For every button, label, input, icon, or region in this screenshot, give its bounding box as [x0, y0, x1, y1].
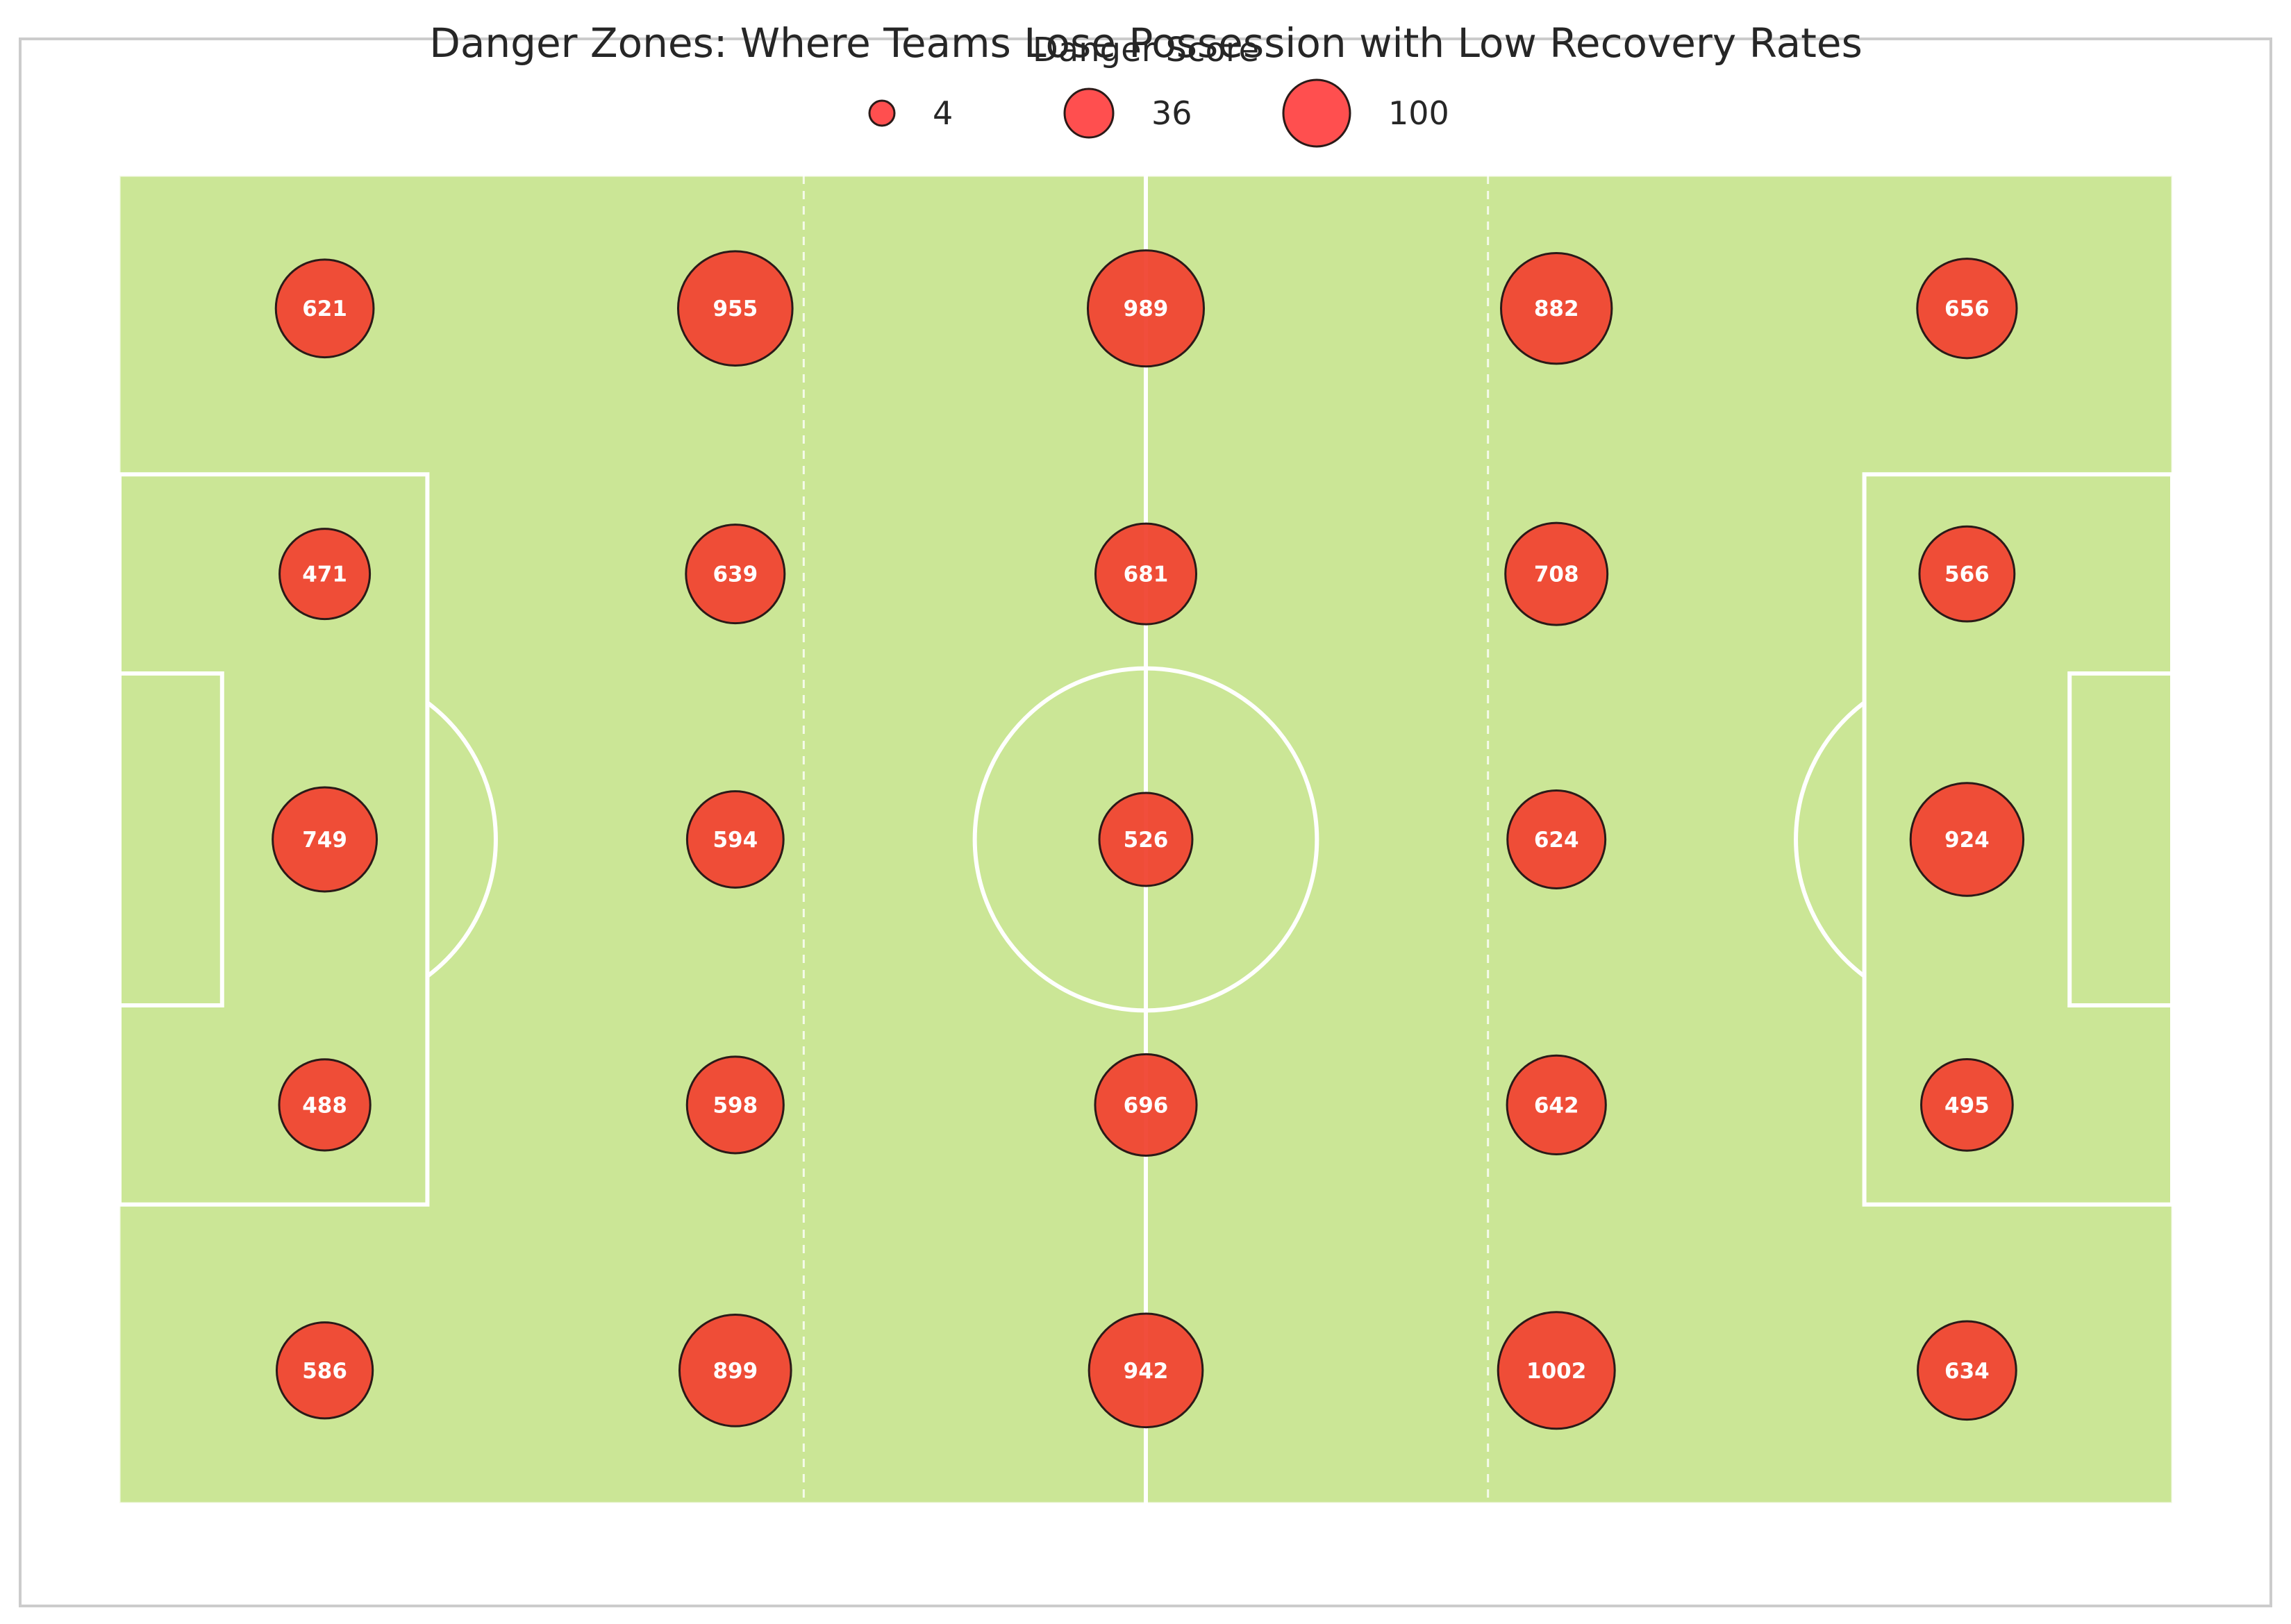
- danger-label: 955: [713, 296, 758, 321]
- danger-label: 526: [1124, 828, 1169, 853]
- danger-label: 899: [713, 1359, 758, 1384]
- legend-marker: [1282, 78, 1351, 148]
- danger-label: 642: [1534, 1093, 1579, 1118]
- danger-label: 924: [1944, 828, 1990, 853]
- danger-label: 656: [1944, 296, 1990, 321]
- danger-label: 586: [302, 1359, 347, 1384]
- danger-label: 488: [302, 1093, 347, 1118]
- danger-label: 749: [302, 828, 347, 853]
- danger-label: 598: [713, 1093, 758, 1118]
- chart-title: Danger Zones: Where Teams Lose Possessio…: [429, 19, 1863, 67]
- chart-container: 621 955 989 882 656 471 639 681 708 566 749 594 526 6…: [0, 0, 2291, 1624]
- danger-label: 882: [1534, 296, 1579, 321]
- danger-label: 634: [1944, 1359, 1990, 1384]
- danger-label: 696: [1124, 1093, 1169, 1118]
- danger-label: 495: [1944, 1093, 1990, 1118]
- legend-marker: [1063, 87, 1115, 139]
- legend-label: 100: [1388, 94, 1449, 132]
- danger-label: 681: [1124, 562, 1169, 587]
- danger-zone-chart: 621 955 989 882 656 471 639 681 708 566 749 594 526 6…: [19, 19, 2272, 1607]
- danger-label: 624: [1534, 828, 1579, 853]
- danger-label: 942: [1124, 1359, 1169, 1384]
- danger-label: 471: [302, 562, 347, 587]
- danger-label: 566: [1944, 562, 1990, 587]
- danger-label: 708: [1534, 562, 1579, 587]
- danger-label: 1002: [1526, 1359, 1586, 1384]
- legend-label: 4: [933, 94, 953, 132]
- danger-label: 639: [713, 562, 758, 587]
- danger-label: 594: [713, 828, 758, 853]
- legend-label: 36: [1151, 94, 1192, 132]
- danger-label: 621: [302, 296, 347, 321]
- danger-label: 989: [1124, 296, 1169, 321]
- legend-marker: [868, 99, 896, 127]
